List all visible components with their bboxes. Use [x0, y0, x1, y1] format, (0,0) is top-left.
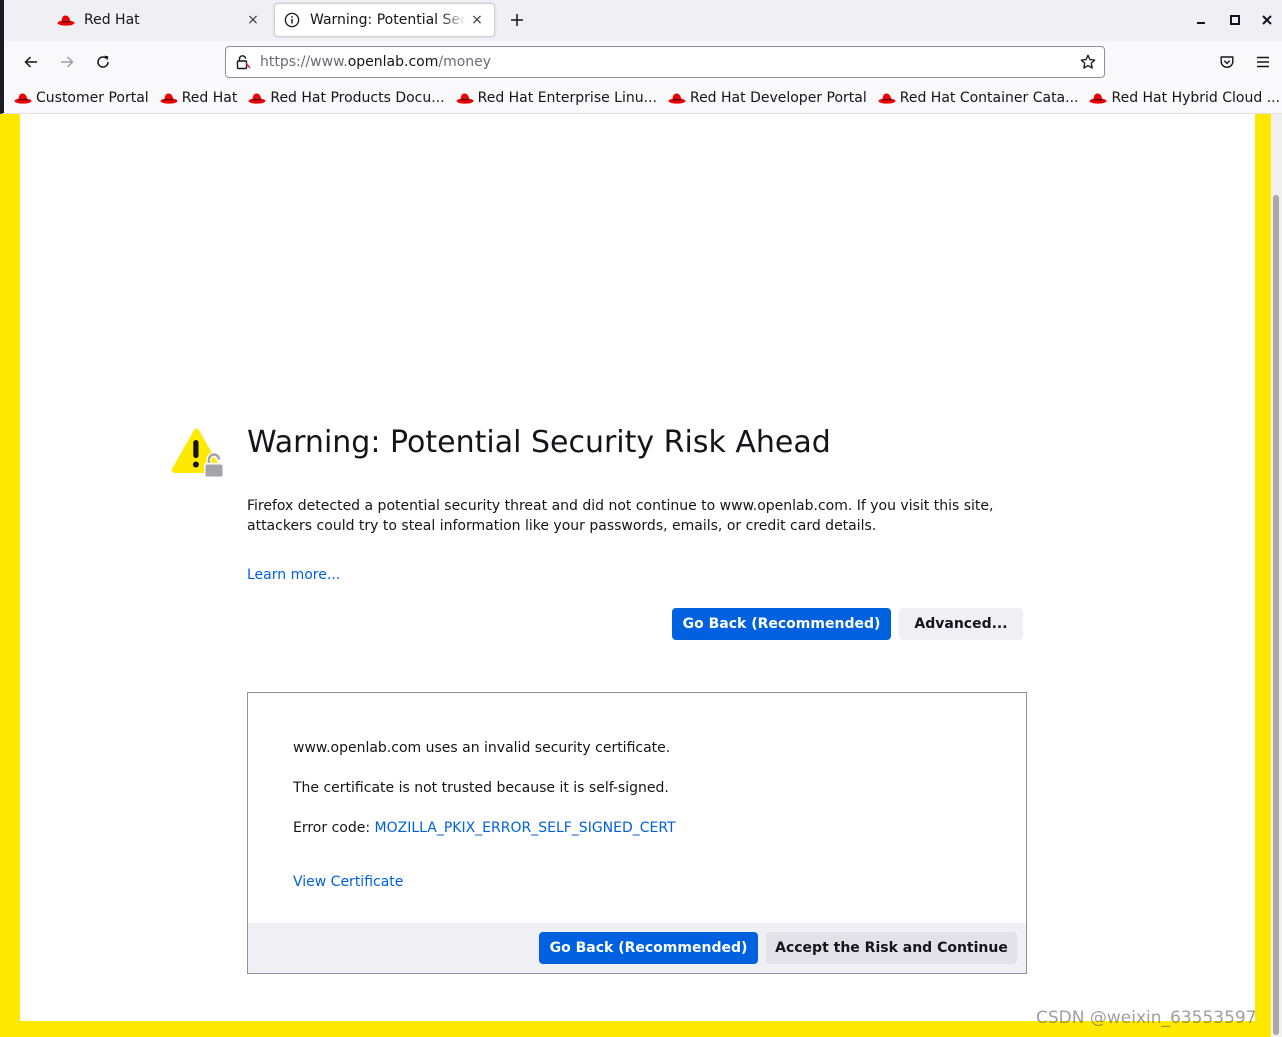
reload-icon[interactable]	[91, 50, 115, 74]
maximize-icon[interactable]	[1225, 10, 1245, 30]
redhat-icon	[248, 92, 266, 104]
accept-risk-button[interactable]: Accept the Risk and Continue	[766, 932, 1017, 964]
go-back-button[interactable]: Go Back (Recommended)	[539, 932, 758, 964]
error-code-line: Error code: MOZILLA_PKIX_ERROR_SELF_SIGN…	[293, 820, 676, 836]
tab-strip: Red Hat × Warning: Potential Security Ri…	[0, 0, 1282, 41]
bookmark-item[interactable]: Red Hat Developer Portal	[668, 90, 867, 106]
bookmark-label: Red Hat	[181, 90, 238, 106]
scrollbar-thumb[interactable]	[1273, 195, 1279, 1035]
bookmark-label: Red Hat Enterprise Linu...	[477, 90, 657, 106]
tab-title: Red Hat	[84, 12, 140, 28]
warning-lock-icon	[171, 428, 227, 484]
broken-lock-icon[interactable]	[226, 54, 260, 70]
go-back-button[interactable]: Go Back (Recommended)	[672, 608, 891, 640]
back-arrow-icon[interactable]	[19, 50, 43, 74]
tab-security-warning[interactable]: Warning: Potential Security Risk Ahead ×	[274, 3, 495, 37]
tab-red-hat[interactable]: Red Hat ×	[44, 3, 270, 37]
learn-more-link[interactable]: Learn more...	[247, 567, 340, 583]
navigation-toolbar: https://www.openlab.com/money	[0, 41, 1282, 83]
tab-close-icon[interactable]: ×	[242, 12, 264, 28]
advanced-button[interactable]: Advanced...	[899, 608, 1023, 640]
pocket-icon[interactable]	[1215, 50, 1239, 74]
redhat-icon	[14, 92, 32, 104]
url-text[interactable]: https://www.openlab.com/money	[260, 54, 1072, 70]
advanced-panel: www.openlab.com uses an invalid security…	[247, 692, 1027, 974]
url-path: /money	[438, 54, 492, 70]
bookmark-item[interactable]: Red Hat Container Cata...	[878, 90, 1079, 106]
redhat-icon	[56, 14, 76, 26]
window-close-icon[interactable]	[1257, 10, 1277, 30]
bookmark-label: Red Hat Developer Portal	[689, 90, 867, 106]
redhat-icon	[160, 92, 178, 104]
advanced-panel-footer: Go Back (Recommended) Accept the Risk an…	[248, 923, 1026, 973]
view-certificate-link[interactable]: View Certificate	[293, 874, 403, 890]
invalid-cert-text: www.openlab.com uses an invalid security…	[293, 740, 671, 756]
hamburger-menu-icon[interactable]	[1251, 50, 1275, 74]
error-code-link[interactable]: MOZILLA_PKIX_ERROR_SELF_SIGNED_CERT	[375, 820, 676, 836]
watermark-text: CSDN @weixin_63553597	[1036, 1008, 1257, 1028]
bookmark-item[interactable]: Red Hat Products Docu...	[248, 90, 445, 106]
bookmarks-toolbar: Customer Portal Red Hat Red Hat Products…	[0, 83, 1282, 114]
bookmark-label: Red Hat Products Docu...	[270, 90, 445, 106]
url-bar[interactable]: https://www.openlab.com/money	[225, 46, 1105, 78]
tab-close-icon[interactable]: ×	[466, 12, 488, 28]
bookmark-label: Red Hat Hybrid Cloud ...	[1111, 90, 1281, 106]
page-title: Warning: Potential Security Risk Ahead	[247, 425, 831, 460]
error-code-label: Error code:	[293, 820, 375, 836]
tab-title: Warning: Potential Security Risk Ahead	[310, 12, 466, 28]
redhat-icon	[878, 92, 896, 104]
redhat-icon	[668, 92, 686, 104]
bookmark-label: Red Hat Container Cata...	[899, 90, 1079, 106]
bookmark-label: Customer Portal	[36, 90, 149, 106]
bookmark-item[interactable]: Red Hat Enterprise Linu...	[456, 90, 657, 106]
new-tab-plus-icon[interactable]	[504, 7, 530, 33]
info-icon	[282, 12, 302, 28]
bookmark-item[interactable]: Red Hat	[160, 90, 238, 106]
url-prefix: https://www.	[260, 54, 348, 70]
bookmark-item[interactable]: Customer Portal	[14, 90, 149, 106]
url-domain: openlab.com	[347, 54, 439, 70]
self-signed-text: The certificate is not trusted because i…	[293, 780, 669, 796]
bookmark-item[interactable]: Red Hat Hybrid Cloud ...	[1089, 90, 1280, 106]
redhat-icon	[1089, 92, 1107, 104]
redhat-icon	[456, 92, 474, 104]
forward-arrow-icon[interactable]	[55, 50, 79, 74]
bookmark-star-icon[interactable]	[1072, 54, 1104, 70]
warning-description: Firefox detected a potential security th…	[247, 498, 994, 534]
minimize-icon[interactable]	[1191, 10, 1211, 30]
